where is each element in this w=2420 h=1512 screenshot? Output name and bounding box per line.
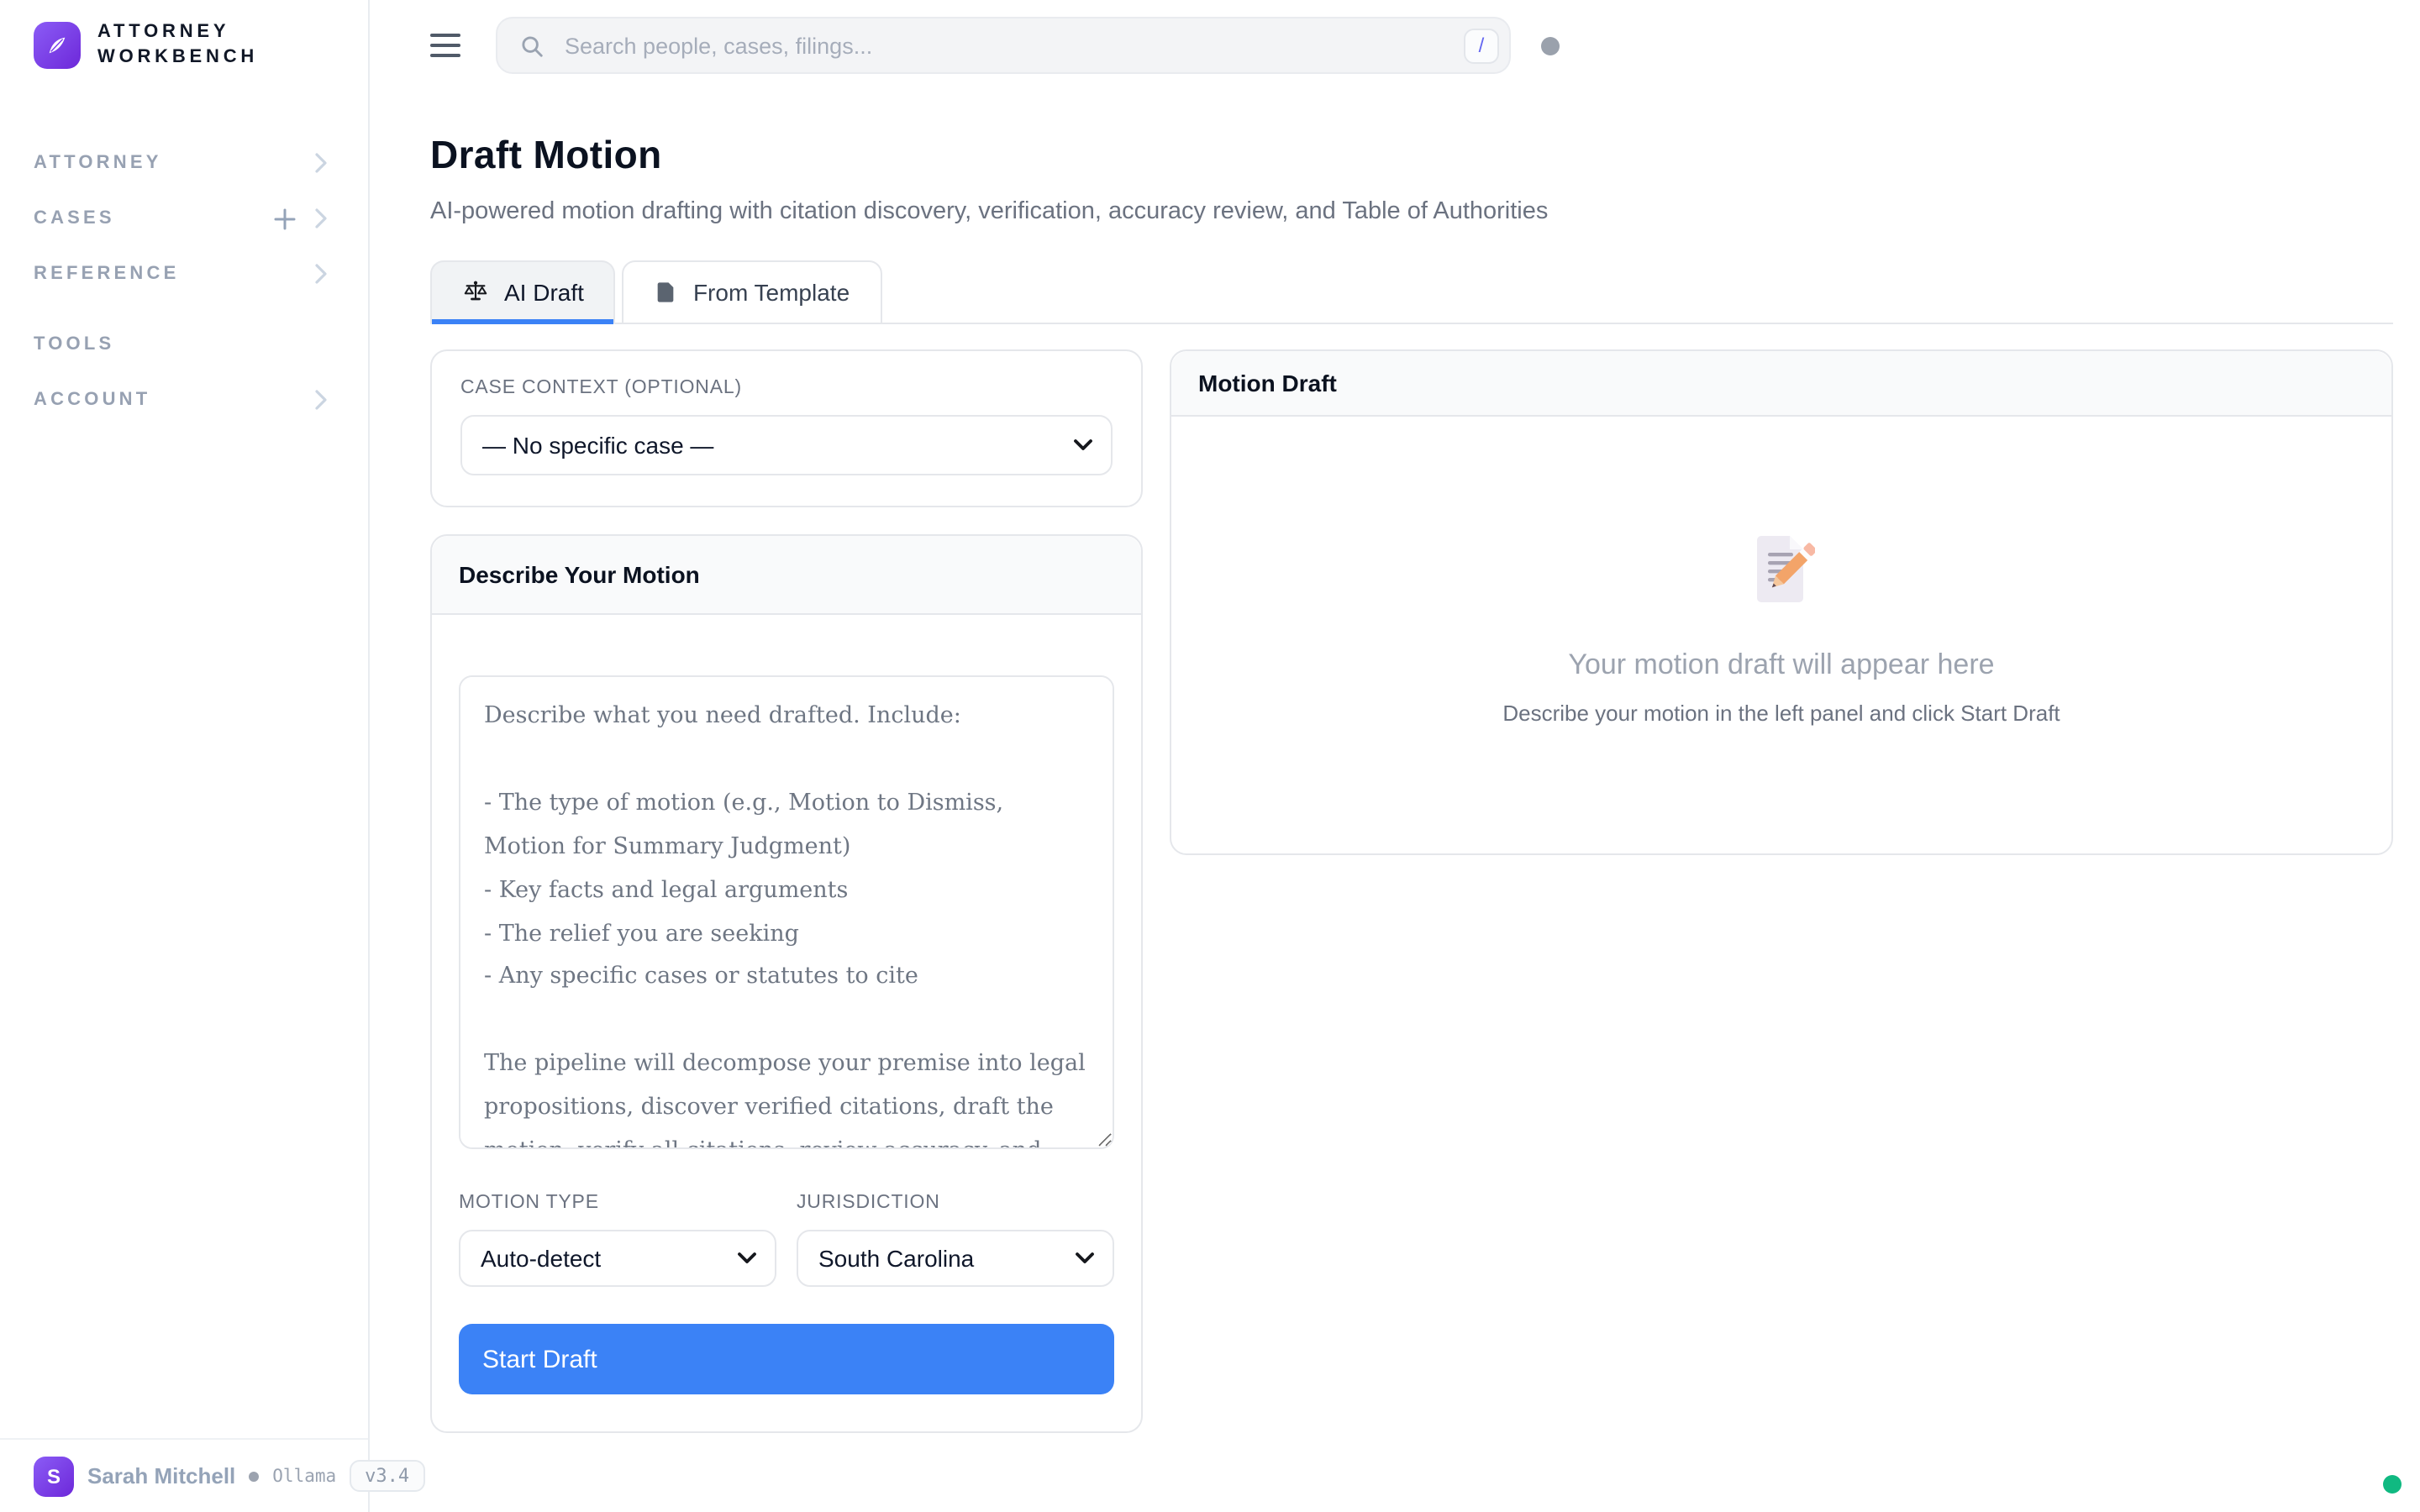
user-name: Sarah Mitchell — [87, 1463, 235, 1488]
jurisdiction-label: JURISDICTION — [797, 1193, 1114, 1213]
user-footer: S Sarah Mitchell Ollama v3.4 — [0, 1438, 368, 1512]
sidebar-item-label: REFERENCE — [34, 265, 180, 285]
sidebar-item-cases[interactable]: CASES — [0, 192, 368, 247]
engine-label: Ollama — [272, 1466, 336, 1486]
chevron-right-icon — [314, 265, 328, 285]
left-column: CASE CONTEXT (OPTIONAL) — No specific ca… — [430, 349, 1143, 1433]
sidebar-item-label: TOOLS — [34, 335, 114, 355]
motion-type-field: MOTION TYPE Auto-detect — [459, 1193, 776, 1287]
sidebar-item-attorney[interactable]: ATTORNEY — [0, 136, 368, 192]
chevron-right-icon — [314, 209, 328, 229]
add-case-icon[interactable] — [274, 208, 296, 230]
tab-label: From Template — [693, 279, 850, 306]
case-context-card: CASE CONTEXT (OPTIONAL) — No specific ca… — [430, 349, 1143, 507]
scales-icon — [462, 279, 489, 306]
motion-draft-title: Motion Draft — [1171, 351, 2391, 417]
search-box[interactable]: / — [496, 17, 1511, 74]
search-icon — [519, 33, 544, 58]
sidebar-item-label: ACCOUNT — [34, 391, 150, 411]
start-draft-button[interactable]: Start Draft — [459, 1324, 1114, 1394]
jurisdiction-select[interactable]: South Carolina — [797, 1230, 1114, 1287]
empty-state-subtitle: Describe your motion in the left panel a… — [1502, 701, 2060, 726]
status-dot-icon — [249, 1471, 259, 1481]
empty-state-title: Your motion draft will appear here — [1568, 648, 1994, 682]
memo-icon — [1748, 534, 1815, 605]
app-root: ATTORNEY WORKBENCH ATTORNEY CASES — [0, 0, 2420, 1512]
tab-from-template[interactable]: From Template — [623, 260, 881, 324]
sidebar: ATTORNEY WORKBENCH ATTORNEY CASES — [0, 0, 370, 1512]
sidebar-item-account[interactable]: ACCOUNT — [0, 373, 368, 428]
case-context-label: CASE CONTEXT (OPTIONAL) — [460, 378, 1113, 398]
topbar: / — [430, 0, 2393, 91]
page-title: Draft Motion — [430, 133, 2393, 178]
compass-icon — [44, 33, 71, 60]
sidebar-nav: ATTORNEY CASES REFERENCE — [0, 136, 368, 428]
case-context-select[interactable]: — No specific case — — [460, 415, 1113, 475]
app-logo — [34, 23, 81, 70]
motion-type-label: MOTION TYPE — [459, 1193, 776, 1213]
right-column: Motion Draft — [1170, 349, 2393, 855]
describe-motion-card: Describe Your Motion MOTION TYPE Auto-de… — [430, 534, 1143, 1433]
chevron-right-icon — [314, 154, 328, 174]
sidebar-item-reference[interactable]: REFERENCE — [0, 247, 368, 302]
tab-bar: AI Draft From Template — [430, 260, 2393, 324]
menu-icon[interactable] — [430, 33, 460, 58]
presence-indicator — [1541, 36, 1560, 55]
document-icon — [655, 279, 678, 306]
brand-line-2: WORKBENCH — [97, 46, 258, 72]
main-content: / Draft Motion AI-powered motion draftin… — [370, 0, 2420, 1512]
motion-draft-panel: Motion Draft — [1170, 349, 2393, 855]
tab-ai-draft[interactable]: AI Draft — [430, 260, 616, 324]
tab-label: AI Draft — [504, 279, 584, 306]
brand: ATTORNEY WORKBENCH — [0, 0, 368, 72]
sidebar-item-label: ATTORNEY — [34, 154, 162, 174]
chevron-right-icon — [314, 391, 328, 411]
brand-name: ATTORNEY WORKBENCH — [97, 20, 258, 72]
describe-motion-title: Describe Your Motion — [432, 536, 1141, 615]
jurisdiction-field: JURISDICTION South Carolina — [797, 1193, 1114, 1287]
connection-status-dot — [2383, 1475, 2402, 1494]
page-subtitle: AI-powered motion drafting with citation… — [430, 198, 2393, 225]
avatar[interactable]: S — [34, 1456, 74, 1496]
search-shortcut-badge: / — [1464, 28, 1499, 63]
content-columns: CASE CONTEXT (OPTIONAL) — No specific ca… — [430, 349, 2393, 1433]
motion-type-select[interactable]: Auto-detect — [459, 1230, 776, 1287]
search-input[interactable] — [561, 31, 1447, 60]
sidebar-item-label: CASES — [34, 209, 115, 229]
motion-draft-empty-state: Your motion draft will appear here Descr… — [1171, 417, 2391, 853]
motion-description-input[interactable] — [459, 675, 1114, 1149]
brand-line-1: ATTORNEY — [97, 20, 258, 46]
sidebar-item-tools[interactable]: TOOLS — [0, 318, 368, 373]
